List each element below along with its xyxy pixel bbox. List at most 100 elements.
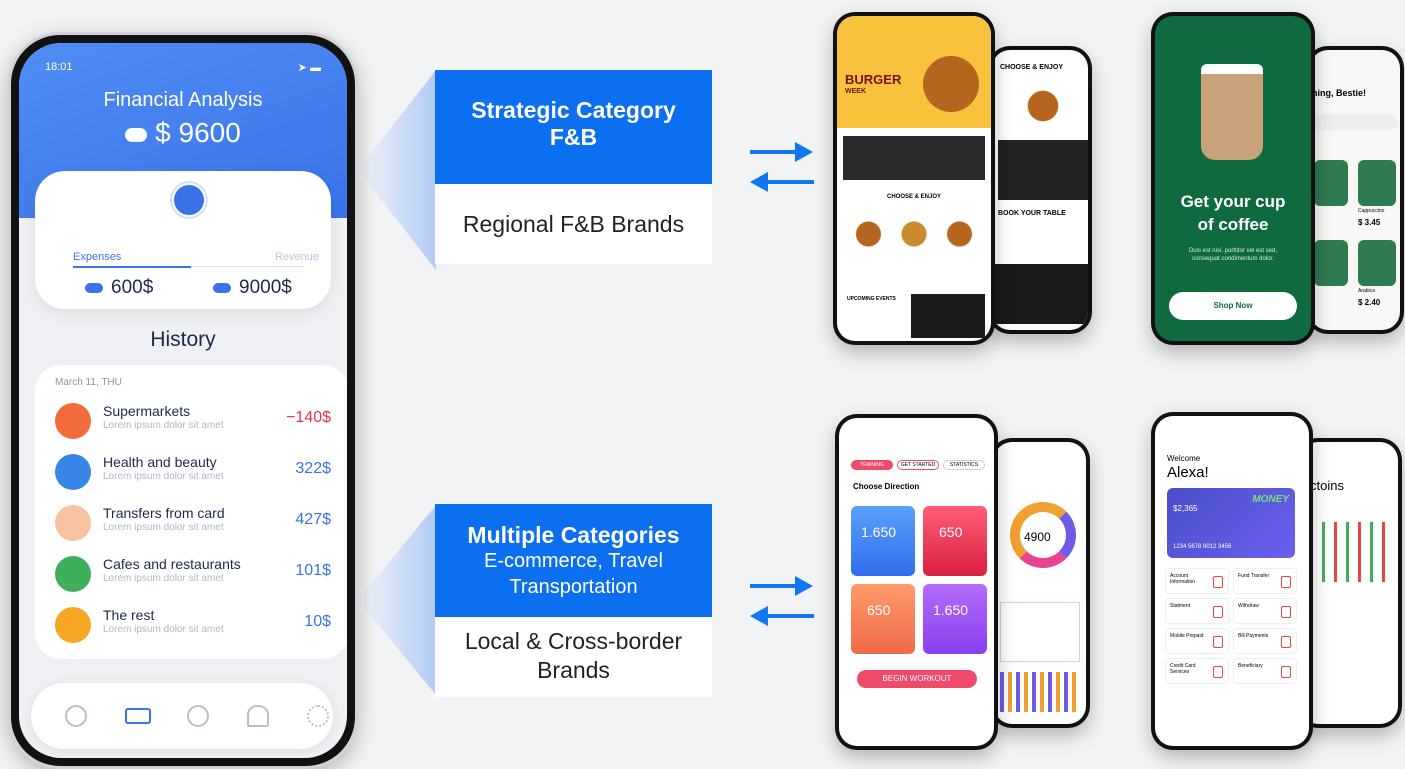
category-icon [55,505,91,541]
begin-workout-button[interactable]: BEGIN WORKOUT [857,670,977,688]
product-card[interactable] [1358,160,1396,206]
menu-tile[interactable]: Statment [1165,598,1229,624]
tab-statistics[interactable]: STATISTICS [943,460,985,470]
menu-tile[interactable]: Bill Payments [1233,628,1297,654]
menu-label: Fund Transfer [1238,573,1270,579]
item-description: Lorem ipsum dolor sit amet [103,624,224,635]
list-item[interactable]: Supermarkets Lorem ipsum dolor sit amet … [55,399,345,445]
item-name: Cafes and restaurants [103,556,241,572]
divider [191,266,305,267]
bell-icon[interactable] [247,705,269,727]
product-name: Cappuccino [1358,208,1385,214]
promo-banner [843,136,985,180]
menu-icon [1281,606,1291,618]
menu-label: Statment [1170,603,1191,609]
product-card[interactable] [1314,160,1348,206]
coffee-phone-front: Get your cup of coffee Duis est nisi, po… [1151,12,1315,345]
item-description: Lorem ipsum dolor sit amet [103,471,224,482]
item-name: Supermarkets [103,403,191,419]
search-input[interactable] [1312,114,1398,130]
coffee-desc: consequat condimentum dolor. [1192,256,1274,262]
box-line: Transportation [509,576,638,598]
box-title: F&B [549,124,598,150]
book-heading: BOOK YOUR TABLE [998,210,1066,217]
menu-tile[interactable]: Withdraw [1233,598,1297,624]
menu-icon [1281,636,1291,648]
item-name: Transfers from card [103,505,225,521]
choose-heading: CHOOSE & ENJOY [887,194,942,200]
burger-choose-heading: CHOOSE & ENJOY [1000,64,1064,71]
list-item[interactable]: Transfers from card Lorem ipsum dolor si… [55,501,345,547]
category-box-multiple: Multiple Categories E-commerce, Travel T… [435,504,712,617]
list-item[interactable]: The rest Lorem ipsum dolor sit amet 10$ [55,603,345,649]
stat-card[interactable]: 650 [923,506,987,576]
tab-training[interactable]: TRAINING [851,460,893,470]
menu-tile[interactable]: Credit Card Services [1165,658,1229,684]
item-amount: −140$ [286,409,331,426]
menu-label: Account Information [1170,573,1196,585]
bank-card[interactable]: MONEY $2,365 1234 5678 9012 3456 [1167,488,1295,558]
menu-tile[interactable]: Mobile Prepaid [1165,628,1229,654]
product-card[interactable] [1314,240,1348,286]
menu-tile[interactable]: Account Information [1165,568,1229,594]
item-description: Lorem ipsum dolor sit amet [103,420,224,431]
stat-card[interactable]: 1.650 [851,506,915,576]
item-description: Lorem ipsum dolor sit amet [103,573,224,584]
ring-value: 4900 [1024,530,1051,544]
tab-get-started[interactable]: GET STARTED [897,460,939,470]
menu-label: Withdraw [1238,603,1259,609]
events-heading: UPCOMING EVENTS [847,296,896,302]
connector-glow [358,505,436,695]
bar-chart [1310,522,1390,582]
tab-expenses[interactable]: Expenses [73,251,121,263]
coins-icon [85,282,103,293]
welcome-text: Welcome [1167,454,1201,463]
list-item[interactable]: Cafes and restaurants Lorem ipsum dolor … [55,552,345,598]
battery-icon: ➤ ▬ [297,62,321,74]
product-price: $ 3.45 [1358,218,1381,227]
tab-indicator [73,266,191,268]
connector-glow [358,70,436,270]
burger-title: BURGER [845,72,902,87]
gear-icon[interactable] [307,705,329,727]
menu-label: Credit Card Services [1170,663,1196,675]
list-item[interactable]: Health and beauty Lorem ipsum dolor sit … [55,450,345,496]
coffee-phone-back: ning, Bestie! Cappuccino $ 3.45 Arabica … [1306,46,1404,334]
burger-image [923,56,979,112]
coffee-cup-image [1201,64,1263,160]
menu-icon [1281,576,1291,588]
menu-label: Bill Payments [1238,633,1269,639]
menu-label: Mobile Prepaid [1170,633,1204,639]
item-amount: 322$ [295,460,331,477]
burger-phone-front: BURGER WEEK CHOOSE & ENJOY UPCOMING EVEN… [833,12,995,345]
product-card[interactable] [1358,240,1396,286]
avatar[interactable] [172,183,206,217]
bottom-nav [31,683,333,749]
card-icon[interactable] [125,708,151,724]
status-time: 18:01 [45,61,73,73]
category-icon [55,556,91,592]
item-description: Lorem ipsum dolor sit amet [103,522,224,533]
coffee-greeting: ning, Bestie! [1312,88,1367,98]
category-icon [55,607,91,643]
menu-icon [1213,666,1223,678]
box-line: Brands [537,657,610,683]
brand-box-regional: Regional F&B Brands [435,184,712,264]
expenses-value: 600$ [85,277,153,299]
transfer-icon[interactable] [187,705,209,727]
user-icon[interactable] [65,705,87,727]
history-title: History [150,328,216,351]
footer-panel [992,264,1088,324]
shop-now-button[interactable]: Shop Now [1169,292,1297,320]
stat-card[interactable]: 1.650 [923,584,987,654]
menu-tile[interactable]: Fund Transfer [1233,568,1297,594]
menu-label: Beneficiary [1238,663,1263,669]
bar-chart [1000,672,1080,712]
stat-card[interactable]: 650 [851,584,915,654]
item-amount: 427$ [295,511,331,528]
category-icon [55,454,91,490]
tab-revenue[interactable]: Revenue [275,251,319,263]
bank-phone-front: Welcome Alexa! MONEY $2,365 1234 5678 90… [1151,412,1313,750]
menu-tile[interactable]: Beneficiary [1233,658,1297,684]
menu-icon [1213,606,1223,618]
